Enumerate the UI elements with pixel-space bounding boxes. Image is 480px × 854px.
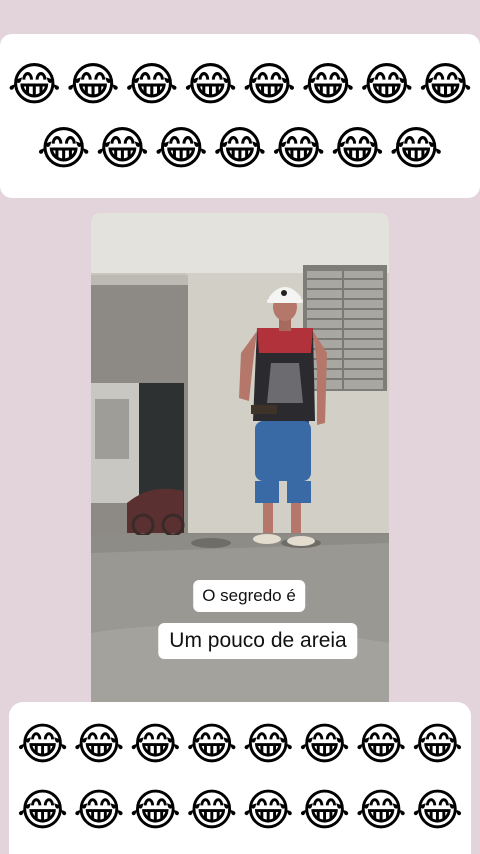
laughing-emoji-icon: 😂 <box>330 121 385 175</box>
laughing-emoji-icon: 😂 <box>36 121 91 175</box>
emoji-row-2: 😂 😂 😂 😂 😂 😂 😂 😂 <box>17 789 463 833</box>
laughing-emoji-icon: 😂 <box>16 785 69 836</box>
laughing-emoji-icon: 😂 <box>298 785 351 836</box>
caption-line-2: Um pouco de areia <box>158 623 358 659</box>
laughing-emoji-icon: 😂 <box>355 785 407 836</box>
laughing-emoji-icon: 😂 <box>242 57 297 111</box>
laughing-emoji-icon: 😂 <box>418 57 473 111</box>
emoji-row-1: 😂 😂 😂 😂 😂 😂 😂 😂 <box>17 723 463 767</box>
bottom-emoji-banner: 😂 😂 😂 😂 😂 😂 😂 😂 😂 😂 😂 😂 😂 😂 😂 😂 <box>9 702 471 854</box>
laughing-emoji-icon: 😂 <box>16 719 69 770</box>
laughing-emoji-icon: 😂 <box>125 57 179 111</box>
laughing-emoji-icon: 😂 <box>389 121 444 175</box>
laughing-emoji-icon: 😂 <box>183 57 238 111</box>
top-emoji-banner: 😂 😂 😂 😂 😂 😂 😂 😂 😂 😂 😂 😂 😂 😂 😂 <box>0 34 480 198</box>
laughing-emoji-icon: 😂 <box>186 719 238 770</box>
laughing-emoji-icon: 😂 <box>73 785 125 836</box>
laughing-emoji-icon: 😂 <box>301 57 355 111</box>
laughing-emoji-icon: 😂 <box>73 719 125 770</box>
laughing-emoji-icon: 😂 <box>213 121 267 175</box>
laughing-emoji-icon: 😂 <box>355 719 407 770</box>
laughing-emoji-icon: 😂 <box>298 719 351 770</box>
caption-line-1: O segredo é <box>193 580 305 612</box>
laughing-emoji-icon: 😂 <box>242 719 294 770</box>
laughing-emoji-icon: 😂 <box>154 121 209 175</box>
emoji-row-1: 😂 😂 😂 😂 😂 😂 😂 😂 <box>8 61 473 107</box>
laughing-emoji-icon: 😂 <box>129 785 182 836</box>
laughing-emoji-icon: 😂 <box>411 785 464 836</box>
laughing-emoji-icon: 😂 <box>129 719 182 770</box>
laughing-emoji-icon: 😂 <box>271 121 326 175</box>
laughing-emoji-icon: 😂 <box>242 785 294 836</box>
emoji-row-2: 😂 😂 😂 😂 😂 😂 😂 <box>37 125 443 171</box>
laughing-emoji-icon: 😂 <box>95 121 150 175</box>
laughing-emoji-icon: 😂 <box>186 785 238 836</box>
laughing-emoji-icon: 😂 <box>66 57 120 111</box>
laughing-emoji-icon: 😂 <box>360 57 414 111</box>
laughing-emoji-icon: 😂 <box>411 719 464 770</box>
laughing-emoji-icon: 😂 <box>7 57 62 111</box>
